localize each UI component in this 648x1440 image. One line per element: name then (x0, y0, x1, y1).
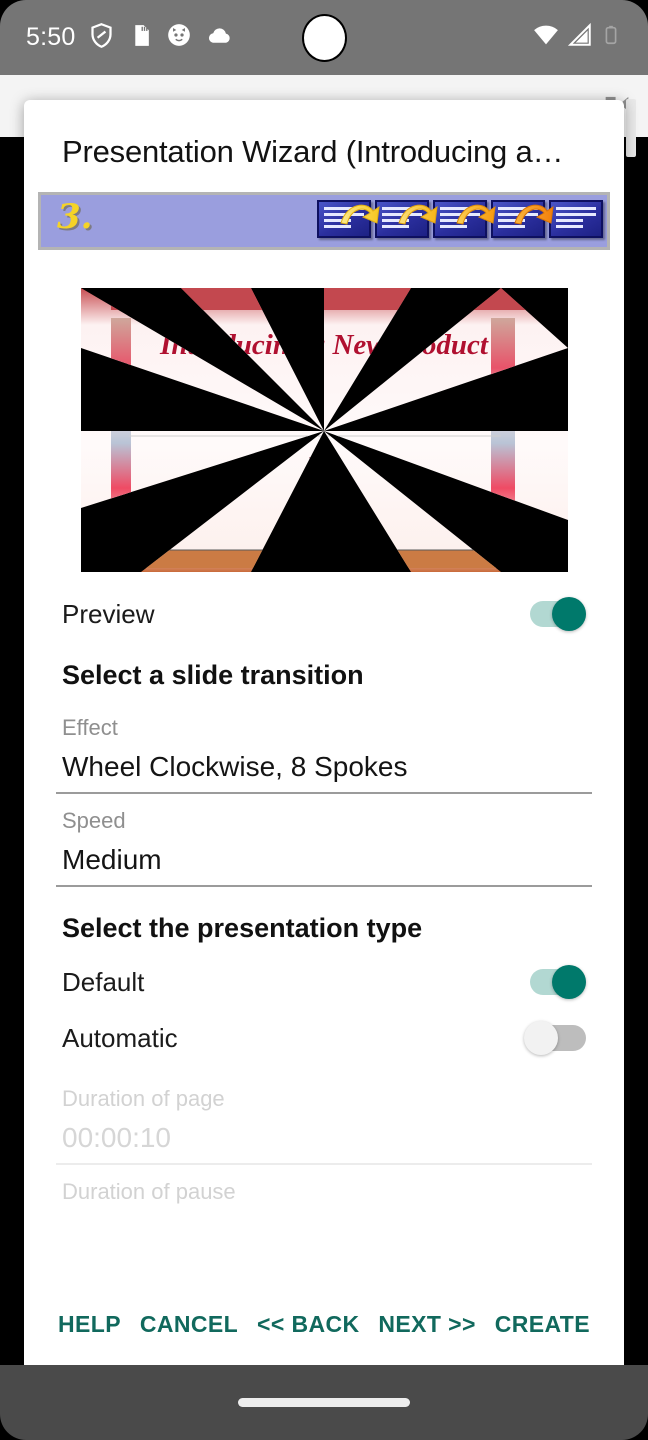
duration-of-pause-field: Duration of pause (24, 1169, 624, 1211)
duration-of-page-field: Duration of page 00:00:10 (24, 1076, 624, 1165)
system-nav-bar (0, 1365, 648, 1440)
speed-value[interactable]: Medium (56, 840, 592, 887)
app-scroll-strip (626, 99, 636, 157)
type-section-heading: Select the presentation type (24, 887, 624, 954)
dialog-body: 3. (24, 192, 624, 1289)
cat-face-icon (166, 22, 192, 53)
duration-of-page-value: 00:00:10 (56, 1118, 592, 1165)
home-indicator[interactable] (238, 1398, 410, 1407)
status-bar-right (532, 21, 622, 54)
default-label: Default (62, 967, 524, 998)
shield-icon (88, 22, 115, 54)
camera-cutout (302, 14, 347, 62)
duration-of-pause-label: Duration of pause (56, 1169, 592, 1211)
automatic-row[interactable]: Automatic (24, 1010, 624, 1066)
sd-card-icon (128, 23, 153, 53)
create-button[interactable]: CREATE (491, 1303, 594, 1346)
wifi-icon (532, 21, 560, 54)
back-button[interactable]: << BACK (253, 1303, 364, 1346)
preview-toggle[interactable] (524, 597, 586, 631)
toggle-thumb (552, 965, 586, 999)
automatic-toggle[interactable] (524, 1021, 586, 1055)
status-bar-left: 5:50 (26, 21, 234, 55)
automatic-label: Automatic (62, 1023, 524, 1054)
cellular-signal-icon (567, 22, 593, 53)
preview-label: Preview (62, 599, 524, 630)
slide-thumb-icon (317, 200, 371, 238)
preview-row[interactable]: Preview (24, 586, 624, 642)
toggle-thumb (552, 597, 586, 631)
default-toggle[interactable] (524, 965, 586, 999)
slide-thumb-icon (549, 200, 603, 238)
preview-slide-render: Introducing a New Product Tagline (81, 288, 568, 572)
speed-field[interactable]: Speed Medium (24, 798, 624, 887)
cancel-button[interactable]: CANCEL (136, 1303, 242, 1346)
wizard-step-banner: 3. (38, 192, 610, 250)
wizard-step-banner-field: 3. (41, 195, 607, 247)
default-row[interactable]: Default (24, 954, 624, 1010)
speed-label: Speed (56, 798, 592, 840)
wizard-step-number: 3. (57, 197, 93, 237)
dialog-action-bar: HELP CANCEL << BACK NEXT >> CREATE (24, 1289, 624, 1370)
cloud-icon (205, 21, 234, 55)
effect-field[interactable]: Effect Wheel Clockwise, 8 Spokes (24, 705, 624, 794)
effect-value[interactable]: Wheel Clockwise, 8 Spokes (56, 747, 592, 794)
status-bar-clock: 5:50 (26, 23, 75, 52)
toggle-thumb (524, 1021, 558, 1055)
wizard-step-slide-icons (317, 200, 603, 238)
transition-section-heading: Select a slide transition (24, 642, 624, 701)
help-button[interactable]: HELP (54, 1303, 125, 1346)
slide-transition-preview[interactable]: Introducing a New Product Tagline (81, 288, 568, 572)
next-button[interactable]: NEXT >> (374, 1303, 479, 1346)
slide-thumb-icon (491, 200, 545, 238)
slide-thumb-icon (375, 200, 429, 238)
presentation-wizard-dialog: Presentation Wizard (Introducing a… 3. (24, 100, 624, 1370)
battery-icon (600, 24, 622, 51)
phone-screen: Presentation Wizard (Introducing a… 3. (0, 0, 648, 1440)
dialog-title: Presentation Wizard (Introducing a… (24, 100, 624, 192)
slide-thumb-icon (433, 200, 487, 238)
effect-label: Effect (56, 705, 592, 747)
duration-of-page-label: Duration of page (56, 1076, 592, 1118)
